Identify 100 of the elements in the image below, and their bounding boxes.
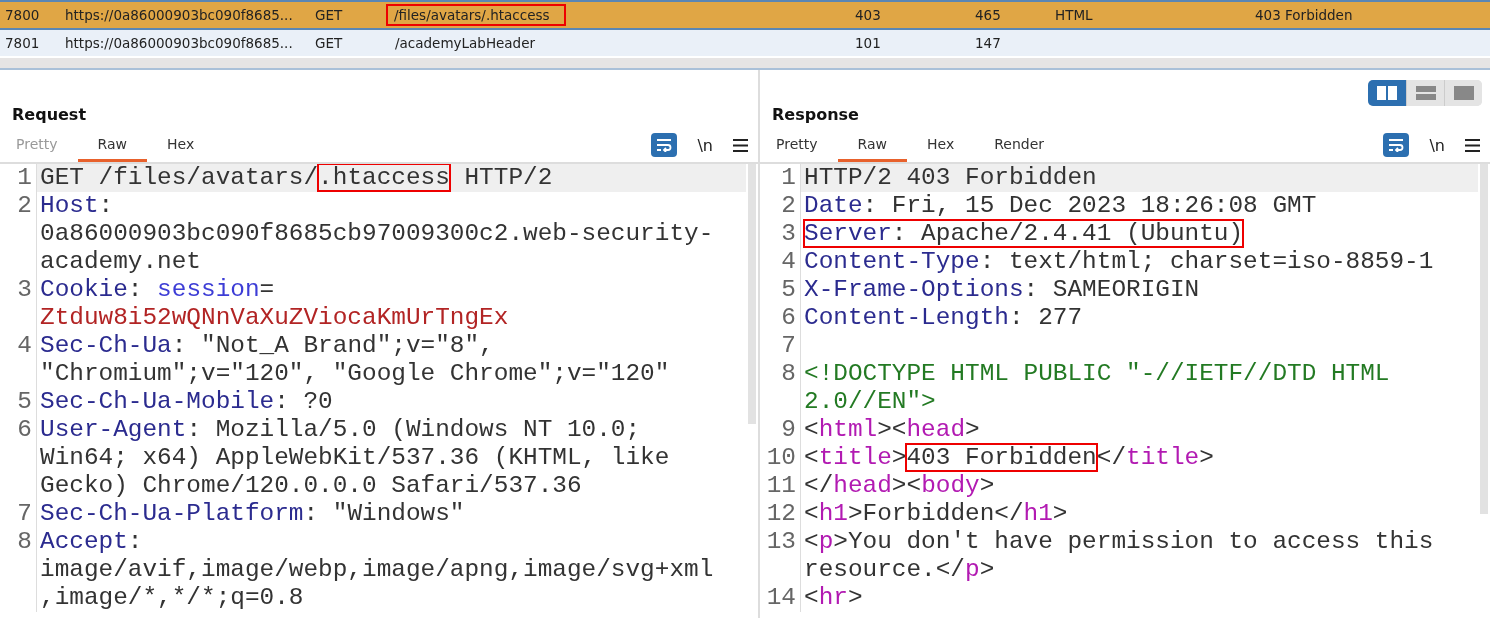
code-text: : Fri, 15 Dec 2023 18:26:08 GMT — [862, 192, 1317, 219]
line-number: 8 — [760, 360, 801, 416]
table-row[interactable]: 7800 https://0a86000903bc090f8685... GET /files/avatars/.htaccess 403 465 HTML 403 Forbidden — [0, 2, 1490, 30]
line-number: 7 — [760, 332, 801, 360]
code-text: 0a86000903bc090f8685cb97009300c2.web-security- — [40, 220, 714, 247]
line-number: 4 — [760, 248, 801, 276]
code-text: Gecko) Chrome/120.0.0.0 Safari/537.36 — [40, 472, 582, 499]
code-text: : "Windows" — [303, 500, 465, 527]
code-text: : Apache/2.4.41 (Ubuntu) — [891, 220, 1244, 247]
code-text: : SAMEORIGIN — [1023, 276, 1200, 303]
editor-tab[interactable]: Hex — [907, 128, 975, 162]
line-number: 3 — [760, 220, 801, 248]
table-cell-text: 403 — [854, 6, 882, 24]
header-name: Accept — [40, 528, 128, 555]
code-text: : 277 — [1008, 304, 1083, 331]
editor-tab[interactable]: Hex — [147, 128, 215, 162]
code-text: >You don't have permission to access this — [833, 528, 1434, 555]
single-pane-layout-button[interactable] — [1444, 80, 1482, 106]
line-number: 13 — [760, 528, 801, 584]
code-text: > — [1199, 444, 1214, 471]
code-text: Win64; x64) AppleWebKit/537.36 (KHTML, like — [40, 444, 670, 471]
line-number: 2 — [0, 192, 37, 276]
code-text: : Mozilla/5.0 (Windows NT 10.0; — [186, 416, 641, 443]
line-number: 6 — [0, 416, 37, 500]
menu-icon[interactable] — [1465, 138, 1480, 152]
code-text: > — [965, 416, 980, 443]
code-text: </ — [1096, 444, 1127, 471]
table-cell-text: HTML — [1054, 6, 1094, 24]
header-name: Cookie — [40, 276, 128, 303]
line-number: 5 — [0, 388, 37, 416]
word-wrap-button[interactable] — [651, 133, 678, 157]
header-name: Content-Length — [804, 304, 1009, 331]
header-name: Host — [40, 192, 99, 219]
table-cell-text: 403 Forbidden — [1254, 6, 1354, 24]
table-cell-text: 465 — [974, 6, 1002, 24]
scrollbar-thumb[interactable] — [748, 164, 756, 424]
param-name: session — [157, 276, 260, 303]
tag-name: head — [906, 416, 966, 443]
code-text: academy.net — [40, 248, 201, 275]
tag-name: hr — [818, 584, 848, 611]
code-text: >Forbidden</ — [847, 500, 1024, 527]
newline-toggle-button[interactable]: \n — [693, 135, 717, 155]
line-number: 8 — [0, 528, 37, 612]
tag-name: h1 — [818, 500, 848, 527]
code-text: < — [804, 528, 819, 555]
code-text: > — [979, 472, 995, 499]
line-number: 3 — [0, 276, 37, 332]
wrap-lines-icon — [1388, 138, 1405, 152]
tag-name: body — [921, 472, 980, 499]
table-cell-text: /academyLabHeader — [394, 34, 537, 52]
header-name: Sec-Ch-Ua — [40, 332, 172, 359]
table-cell-text: GET — [314, 34, 344, 52]
code-text: HTTP/2 — [463, 164, 553, 191]
code-text: < — [804, 500, 819, 527]
header-name: Content-Type — [804, 248, 980, 275]
code-text: : "Not_A Brand";v="8", — [171, 332, 494, 359]
tag-name: p — [818, 528, 834, 555]
code-text: < — [804, 444, 819, 471]
tag-name: title — [1126, 444, 1200, 471]
newline-toggle-button[interactable]: \n — [1425, 135, 1449, 155]
code-text: > — [1052, 500, 1068, 527]
code-text: ,image/*,*/*;q=0.8 — [40, 584, 304, 611]
table-cell-text: https://0a86000903bc090f8685... — [64, 6, 294, 24]
param-value: Ztduw8i52wQNnVaXuZViocaKmUrTngEx — [40, 304, 509, 331]
code-text: >< — [877, 416, 907, 443]
header-name: Server — [804, 220, 892, 247]
two-columns-icon — [1377, 86, 1397, 100]
code-text: > — [891, 444, 907, 471]
line-number: 10 — [760, 444, 801, 472]
panel-title: Response — [772, 105, 859, 124]
tag-name: h1 — [1023, 500, 1053, 527]
header-name: Sec-Ch-Ua-Mobile — [40, 388, 275, 415]
tag-name: title — [818, 444, 892, 471]
code-text: > — [979, 556, 995, 583]
line-number: 5 — [760, 276, 801, 304]
table-cell-text: 147 — [974, 34, 1002, 52]
editor-tab[interactable]: Render — [974, 128, 1064, 162]
line-number: 12 — [760, 500, 801, 528]
editor-tab[interactable]: Pretty — [766, 128, 838, 162]
table-row[interactable]: 7801 https://0a86000903bc090f8685... GET /academyLabHeader 101 147 — [0, 30, 1490, 58]
code-text: >< — [891, 472, 922, 499]
menu-icon[interactable] — [733, 138, 748, 152]
code-text: > — [847, 584, 863, 611]
code-text: .htaccess — [318, 164, 450, 191]
code-text: < — [804, 416, 819, 443]
tag-name: head — [833, 472, 892, 499]
code-text: : text/html; charset=iso-8859-1 — [979, 248, 1434, 275]
two-rows-icon — [1415, 86, 1436, 100]
wrap-lines-icon — [656, 138, 673, 152]
header-name: User-Agent — [40, 416, 187, 443]
scrollbar-thumb[interactable] — [1480, 164, 1488, 514]
tag-name: p — [965, 556, 980, 583]
tag-name: html — [818, 416, 878, 443]
word-wrap-button[interactable] — [1383, 133, 1410, 157]
code-text: : ?0 — [274, 388, 333, 415]
side-by-side-layout-button[interactable] — [1368, 80, 1406, 106]
table-cell-text: 7801 — [4, 34, 41, 52]
line-number: 4 — [0, 332, 37, 388]
doctype-text: <!DOCTYPE HTML PUBLIC "-//IETF//DTD HTML — [804, 360, 1390, 387]
code-text: GET /files/avatars/ — [40, 164, 319, 191]
